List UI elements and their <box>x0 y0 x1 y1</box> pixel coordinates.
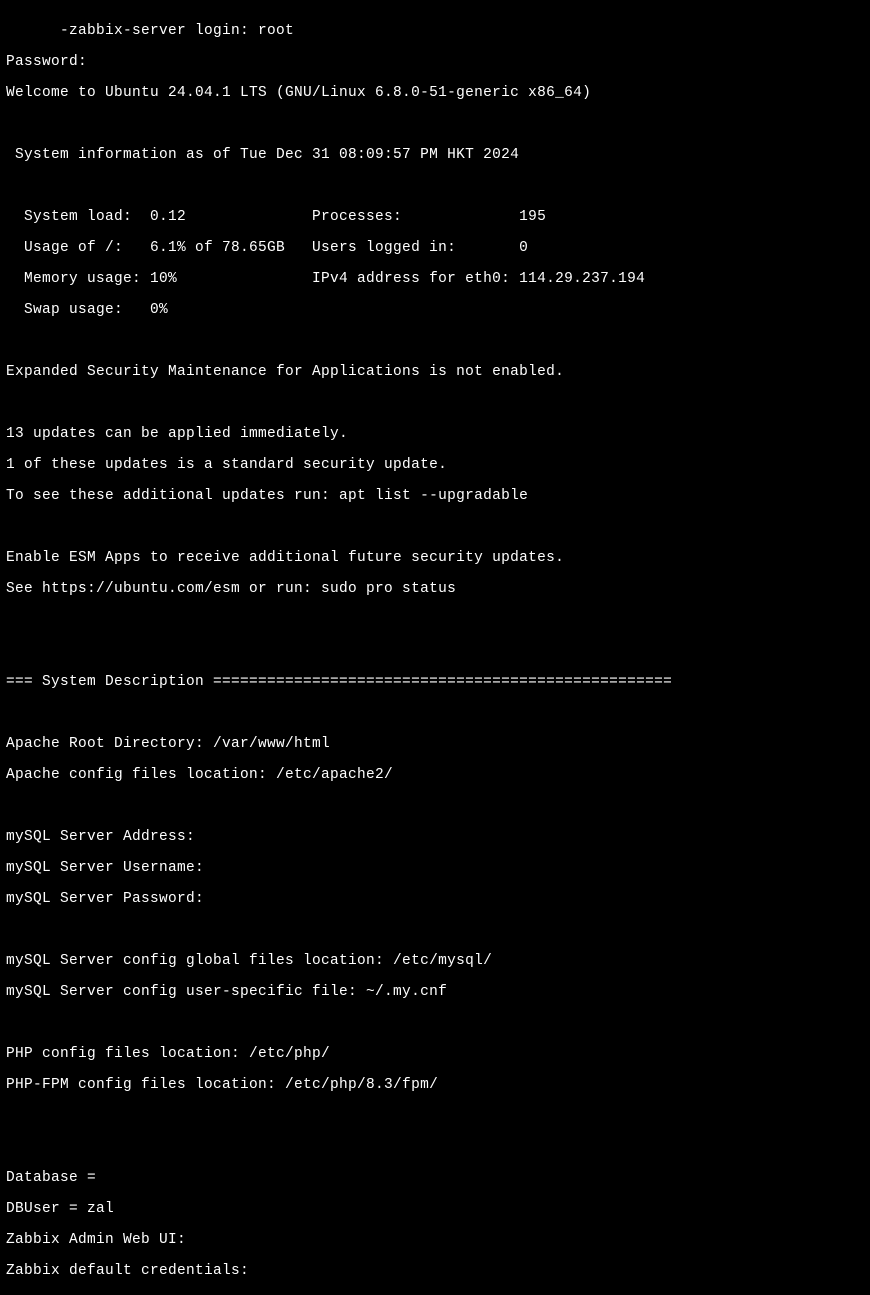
blank-line <box>6 396 864 412</box>
blank-line <box>6 117 864 133</box>
dbuser-line: DBUser = zal <box>6 1202 864 1218</box>
password-prompt-line: Password: <box>6 55 864 71</box>
php-config-line: PHP config files location: /etc/php/ <box>6 1047 864 1063</box>
blank-line <box>6 923 864 939</box>
blank-line <box>6 520 864 536</box>
mysql-global-config-line: mySQL Server config global files locatio… <box>6 954 864 970</box>
blank-line <box>6 799 864 815</box>
stats-row-1: System load: 0.12 Processes: 195 <box>6 210 864 226</box>
blank-line <box>6 334 864 350</box>
system-description-header: === System Description =================… <box>6 675 864 691</box>
blank-line <box>6 644 864 660</box>
esm-enable-line-2: See https://ubuntu.com/esm or run: sudo … <box>6 582 864 598</box>
apache-root-line: Apache Root Directory: /var/www/html <box>6 737 864 753</box>
mysql-password-line: mySQL Server Password: <box>6 892 864 908</box>
blank-line <box>6 613 864 629</box>
blank-line <box>6 1016 864 1032</box>
apache-config-line: Apache config files location: /etc/apach… <box>6 768 864 784</box>
blank-line <box>6 1140 864 1156</box>
blank-line <box>6 179 864 195</box>
zabbix-credentials-line: Zabbix default credentials: <box>6 1264 864 1280</box>
blank-line <box>6 706 864 722</box>
php-fpm-config-line: PHP-FPM config files location: /etc/php/… <box>6 1078 864 1094</box>
stats-row-3: Memory usage: 10% IPv4 address for eth0:… <box>6 272 864 288</box>
updates-line-1: 13 updates can be applied immediately. <box>6 427 864 443</box>
terminal-output: -zabbix-server login: root Password: Wel… <box>6 8 864 1295</box>
database-line: Database = <box>6 1171 864 1187</box>
mysql-username-line: mySQL Server Username: <box>6 861 864 877</box>
updates-line-3: To see these additional updates run: apt… <box>6 489 864 505</box>
mysql-address-line: mySQL Server Address: <box>6 830 864 846</box>
esm-enable-line-1: Enable ESM Apps to receive additional fu… <box>6 551 864 567</box>
stats-row-2: Usage of /: 6.1% of 78.65GB Users logged… <box>6 241 864 257</box>
zabbix-webui-line: Zabbix Admin Web UI: <box>6 1233 864 1249</box>
sysinfo-header-line: System information as of Tue Dec 31 08:0… <box>6 148 864 164</box>
mysql-user-config-line: mySQL Server config user-specific file: … <box>6 985 864 1001</box>
updates-line-2: 1 of these updates is a standard securit… <box>6 458 864 474</box>
welcome-line: Welcome to Ubuntu 24.04.1 LTS (GNU/Linux… <box>6 86 864 102</box>
login-prompt-line: -zabbix-server login: root <box>6 24 864 40</box>
stats-row-4: Swap usage: 0% <box>6 303 864 319</box>
blank-line <box>6 1109 864 1125</box>
esm-status-line: Expanded Security Maintenance for Applic… <box>6 365 864 381</box>
